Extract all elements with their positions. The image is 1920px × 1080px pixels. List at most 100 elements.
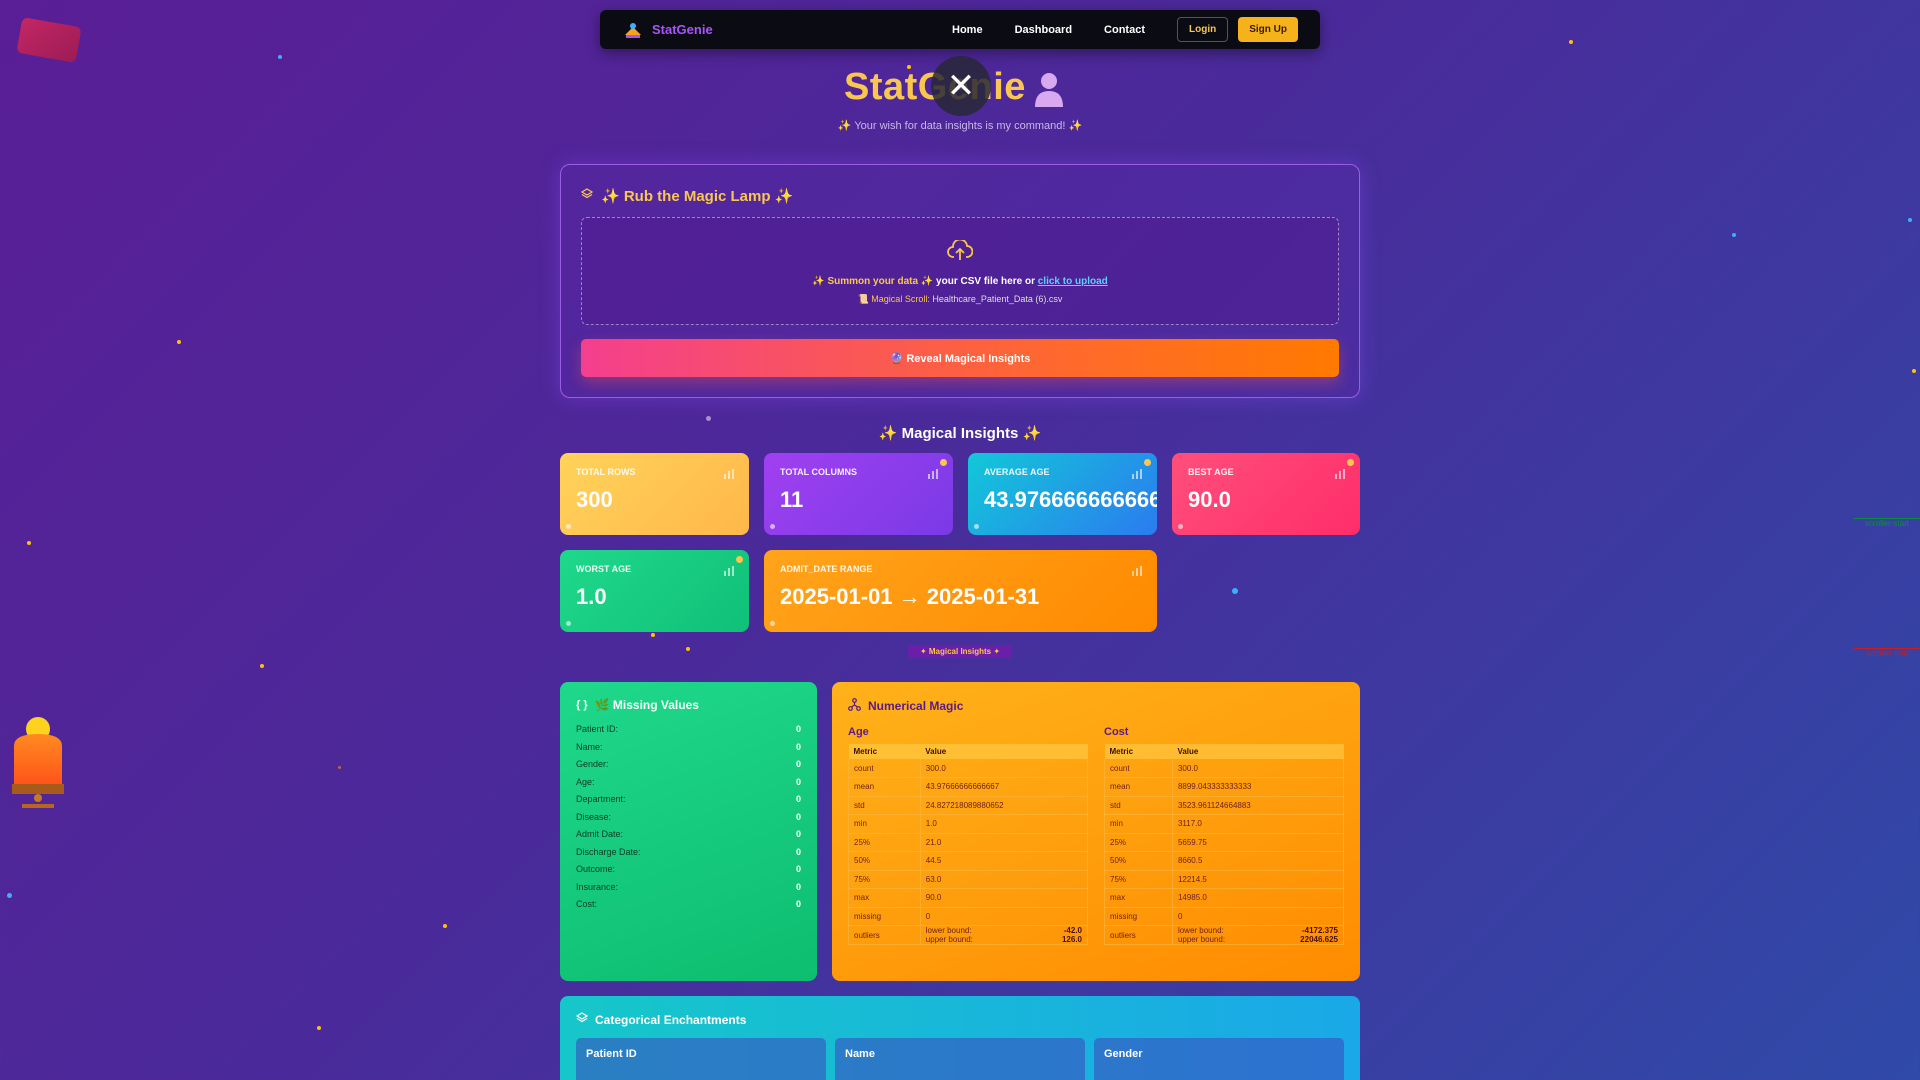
stat-card-total-columns: TOTAL COLUMNS 11 xyxy=(764,453,953,535)
list-item: Patient ID: 0 xyxy=(576,724,801,734)
scroller-end-marker: scroller-end xyxy=(1854,648,1920,658)
insights-title: ✨ Magical Insights ✨ xyxy=(878,425,1042,442)
categorical-column-card: Patient ID xyxy=(576,1038,826,1080)
list-item: Admit Date: 0 xyxy=(576,829,801,839)
stat-label: BEST AGE xyxy=(1188,467,1234,477)
bar-chart-icon xyxy=(723,467,735,479)
cloud-upload-icon xyxy=(582,240,1338,262)
missing-values-card: { } 🌿 Missing Values Patient ID: 0 Name: 0… xyxy=(560,682,817,981)
signup-button[interactable]: Sign Up xyxy=(1238,17,1298,42)
login-button[interactable]: Login xyxy=(1177,17,1229,42)
cost-stats-table: Metric Value count 300.0 mean 8899.04333333… xyxy=(1104,744,1345,945)
categorical-title: Categorical Enchantments xyxy=(595,1012,747,1027)
block-title: Age xyxy=(848,726,869,738)
table-row: 50% 44.5 xyxy=(848,851,1089,871)
close-button[interactable]: ✕ xyxy=(931,56,991,116)
numerical-magic-title: Numerical Magic xyxy=(868,699,964,713)
genie-logo-icon xyxy=(622,19,644,41)
list-item: Department: 0 xyxy=(576,794,801,804)
missing-values-list: Patient ID: 0 Name: 0 Gender: 0 Age: 0 Depar… xyxy=(576,724,801,917)
upload-card: ✨ Rub the Magic Lamp ✨ ✨ Summon your dat… xyxy=(560,164,1360,398)
table-row: max 14985.0 xyxy=(1104,888,1345,908)
table-row: 75% 12214.5 xyxy=(1104,870,1345,889)
layers-icon xyxy=(575,1012,589,1027)
stat-card-worst-age: WORST AGE 1.0 xyxy=(560,550,749,632)
table-row: count 300.0 xyxy=(848,759,1089,778)
stat-label: AVERAGE AGE xyxy=(984,467,1050,477)
table-row: min 3117.0 xyxy=(1104,814,1345,834)
table-row: min 1.0 xyxy=(848,814,1089,834)
stat-card-average-age: AVERAGE AGE 43.97666666666667 xyxy=(968,453,1157,535)
age-stats-table: Metric Value count 300.0 mean 43.9766666666… xyxy=(848,744,1089,945)
table-row: count 300.0 xyxy=(1104,759,1345,778)
bar-chart-icon xyxy=(1131,564,1143,576)
scroller-start-marker: scroller-start xyxy=(1854,518,1920,528)
table-row: 50% 8660.5 xyxy=(1104,851,1345,871)
categorical-column-card: Name xyxy=(835,1038,1085,1080)
page-subtitle: ✨ Your wish for data insights is my comm… xyxy=(837,120,1083,132)
cost-stats-block: Cost Metric Value count 300.0 mean 8899.043… xyxy=(1104,726,1345,945)
brand[interactable]: StatGenie xyxy=(622,19,713,41)
bar-chart-icon xyxy=(1334,467,1346,479)
bar-chart-icon xyxy=(723,564,735,576)
list-item: Discharge Date: 0 xyxy=(576,846,801,857)
categorical-card: Categorical Enchantments Patient ID Name… xyxy=(560,996,1360,1080)
drop-text: your CSV file here or xyxy=(933,276,1038,287)
table-row: max 90.0 xyxy=(848,888,1089,908)
network-icon xyxy=(848,698,861,714)
stat-value: 43.97666666666667 xyxy=(984,487,1157,512)
upload-title: ✨ Rub the Magic Lamp ✨ xyxy=(601,188,794,205)
nav-contact-link[interactable]: Contact xyxy=(1104,24,1145,36)
file-drop-zone[interactable]: ✨ Summon your data ✨ your CSV file here … xyxy=(581,217,1339,325)
list-item: Gender: 0 xyxy=(576,759,801,769)
numerical-magic-card: Numerical Magic Age Metric Value count 300… xyxy=(832,682,1360,981)
categorical-column-card: Gender xyxy=(1094,1038,1344,1080)
table-row: mean 43.97666666666667 xyxy=(848,777,1089,797)
credit-card-decoration xyxy=(16,17,82,63)
outliers-row: outliers lower bound: -4172.375 upper bou… xyxy=(1104,925,1345,945)
stat-label: WORST AGE xyxy=(576,564,632,574)
layers-icon xyxy=(580,187,594,205)
genie-icon xyxy=(1032,71,1066,107)
list-item: Insurance: 0 xyxy=(576,881,801,892)
stat-card-total-rows: TOTAL ROWS 300 xyxy=(560,453,749,535)
list-item: Name: 0 xyxy=(576,741,801,752)
stat-label: ADMIT_DATE RANGE xyxy=(780,564,873,574)
stat-value: 11 xyxy=(780,487,804,512)
magic-lamp-icon xyxy=(12,716,64,816)
stat-value: 300 xyxy=(576,487,613,512)
table-row: missing 0 xyxy=(848,907,1089,926)
nav-home-link[interactable]: Home xyxy=(952,24,983,36)
stat-card-admit-date-range: ADMIT_DATE RANGE 2025-01-01 → 2025-01-31 xyxy=(764,550,1157,632)
list-item: Cost: 0 xyxy=(576,899,801,909)
stat-value: 2025-01-01 → 2025-01-31 xyxy=(780,584,1040,609)
reveal-insights-button[interactable]: 🔮 Reveal Magical Insights xyxy=(581,339,1339,377)
file-name: Healthcare_Patient_Data (6).csv xyxy=(929,294,1063,304)
list-item: Age: 0 xyxy=(576,776,801,787)
table-row: missing 0 xyxy=(1104,907,1345,926)
bar-chart-icon xyxy=(1131,467,1143,479)
table-row: 25% 5659.75 xyxy=(1104,833,1345,852)
list-item: Disease: 0 xyxy=(576,811,801,822)
table-row: mean 8899.043333333333 xyxy=(1104,777,1345,797)
table-row: 75% 63.0 xyxy=(848,870,1089,889)
stat-value: 1.0 xyxy=(576,584,607,609)
drop-summon-text: ✨ Summon your data ✨ xyxy=(812,276,934,287)
stat-label: TOTAL ROWS xyxy=(576,467,636,477)
stat-label: TOTAL COLUMNS xyxy=(780,467,857,477)
table-row: 25% 21.0 xyxy=(848,833,1089,852)
nav-dashboard-link[interactable]: Dashboard xyxy=(1015,24,1072,36)
bar-chart-icon xyxy=(927,467,939,479)
block-title: Cost xyxy=(1104,726,1129,738)
outliers-row: outliers lower bound: -42.0 upper bound: 1… xyxy=(848,925,1089,945)
stat-card-best-age: BEST AGE 90.0 xyxy=(1172,453,1360,535)
table-row: std 3523.961124664883 xyxy=(1104,796,1345,815)
age-stats-block: Age Metric Value count 300.0 mean 43.976666… xyxy=(848,726,1089,945)
navbar: StatGenie Home Dashboard Contact Login S… xyxy=(600,10,1320,49)
click-to-upload-link[interactable]: click to upload xyxy=(1038,276,1108,287)
stat-value: 90.0 xyxy=(1188,487,1231,512)
list-item: Outcome: 0 xyxy=(576,864,801,874)
table-row: std 24.827218089880652 xyxy=(848,796,1089,815)
braces-icon: { } xyxy=(576,699,588,711)
brand-name: StatGenie xyxy=(652,22,713,37)
